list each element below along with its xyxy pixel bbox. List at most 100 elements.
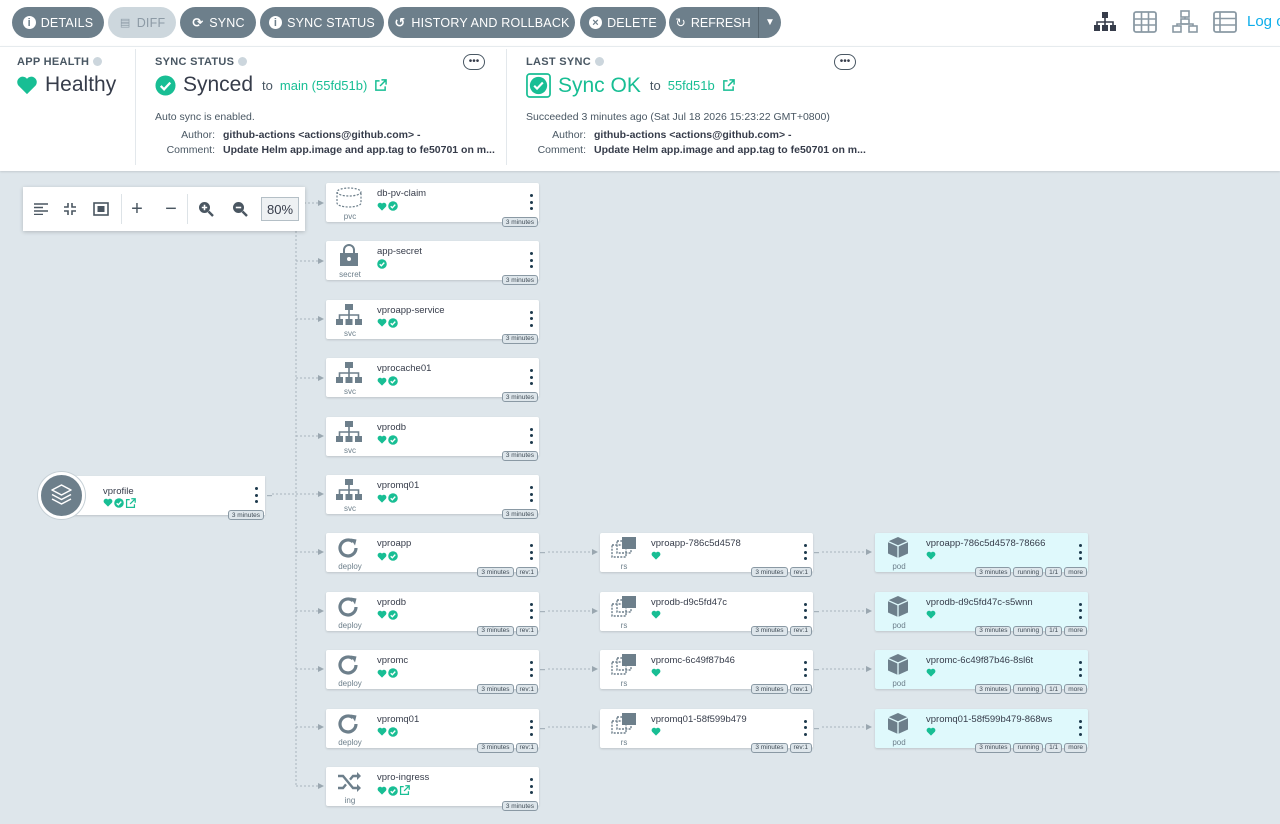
refresh-dropdown-caret[interactable]: ▼ [758, 7, 781, 38]
list-view-icon[interactable] [1212, 10, 1238, 34]
collapse-toggle[interactable]: – [540, 723, 548, 732]
help-icon[interactable] [238, 57, 248, 66]
last-sync-more-button[interactable]: ••• [834, 54, 856, 70]
history-rollback-button[interactable]: ↺ HISTORY AND ROLLBACK [388, 7, 575, 38]
pod-node-vpromc-6c49f87b46-8sl6t[interactable]: pod vpromc-6c49f87b46-8sl6t 3 minutes runni… [875, 650, 1088, 695]
tag: running [1013, 625, 1044, 636]
sync-status-button[interactable]: i SYNC STATUS [260, 7, 384, 38]
align-left-icon[interactable] [31, 199, 51, 219]
collapse-toggle[interactable]: – [814, 548, 822, 557]
node-menu-button[interactable] [803, 544, 807, 561]
node-name: vprocache01 [377, 363, 432, 375]
plus-icon[interactable]: + [127, 198, 147, 220]
node-menu-button[interactable] [529, 661, 533, 678]
deploy-node-vprodb[interactable]: deploy vprodb 3 minutes rev:1 – [326, 591, 545, 636]
node-menu-button[interactable] [529, 778, 533, 794]
last-sync-revision-link[interactable]: 55fd51b [668, 78, 715, 93]
svc-node-vproapp-service[interactable]: svc vproapp-service 3 minutes [326, 299, 539, 344]
external-link-icon[interactable] [125, 498, 136, 509]
collapse-toggle[interactable]: – [540, 548, 548, 557]
rs-node-vpromc-6c49f87b46[interactable]: rs vpromc-6c49f87b46 3 minutes rev:1 – [600, 650, 819, 695]
heart-icon [651, 610, 661, 619]
collapse-toggle[interactable]: – [540, 665, 548, 674]
node-menu-button[interactable] [803, 719, 807, 736]
details-button[interactable]: i DETAILS [12, 7, 104, 38]
pods-view-icon[interactable] [1132, 10, 1158, 34]
node-menu-button[interactable] [529, 486, 533, 502]
node-kind: deploy [338, 562, 362, 572]
external-link-icon[interactable] [722, 79, 735, 92]
node-status [377, 610, 398, 620]
node-menu-button[interactable] [1078, 719, 1082, 736]
zoom-out-icon[interactable] [230, 199, 250, 219]
node-status [651, 551, 661, 560]
node-menu-button[interactable] [529, 544, 533, 561]
tag: running [1013, 684, 1044, 695]
secret-node-app-secret[interactable]: secret app-secret 3 minutes [326, 241, 539, 286]
collapse-toggle[interactable]: – [814, 723, 822, 732]
tree-view-icon[interactable] [1092, 10, 1118, 34]
sync-button[interactable]: ⟳ SYNC [180, 7, 256, 38]
minus-icon[interactable]: − [161, 198, 181, 220]
node-status [377, 668, 398, 678]
node-menu-button[interactable] [529, 310, 533, 327]
app-node-card[interactable]: vprofile 3 minutes – [58, 476, 272, 520]
logout-link[interactable]: Log o [1247, 13, 1280, 30]
tag: rev:1 [789, 684, 812, 695]
external-link-icon[interactable] [399, 785, 410, 796]
zoom-in-icon[interactable] [196, 199, 216, 219]
node-menu-button[interactable] [1078, 661, 1082, 678]
tag: rev:1 [789, 742, 812, 753]
node-menu-button[interactable] [529, 719, 533, 736]
last-sync-succeeded-text: Succeeded 3 minutes ago (Sat Jul 18 2026… [526, 111, 830, 123]
compress-icon[interactable] [60, 199, 80, 219]
collapse-toggle[interactable]: – [267, 491, 275, 500]
node-menu-button[interactable] [529, 602, 533, 619]
network-view-icon[interactable] [1172, 10, 1198, 34]
node-menu-button[interactable] [255, 487, 259, 503]
delete-button[interactable]: × DELETE [580, 7, 666, 38]
app-node[interactable]: vprofile 3 minutes – [38, 472, 272, 520]
node-menu-button[interactable] [529, 369, 533, 386]
ing-node-vpro-ingress[interactable]: ing vpro-ingress 3 minutes [326, 767, 539, 811]
collapse-toggle[interactable]: – [814, 665, 822, 674]
node-menu-button[interactable] [1078, 544, 1082, 561]
pvc-node-db-pv-claim[interactable]: pvc db-pv-claim 3 minutes [326, 183, 539, 227]
svc-node-vpromq01[interactable]: svc vpromq01 3 minutes [326, 475, 539, 519]
pod-node-vprodb-d9c5fd47c-s5wnn[interactable]: pod vprodb-d9c5fd47c-s5wnn 3 minutes runnin… [875, 591, 1088, 636]
node-status [103, 498, 136, 509]
rs-node-vpromq01-58f599b479[interactable]: rs vpromq01-58f599b479 3 minutes rev:1 – [600, 708, 819, 753]
external-link-icon[interactable] [374, 78, 388, 92]
diff-button[interactable]: ▤ DIFF [108, 7, 176, 38]
help-icon[interactable] [93, 57, 103, 66]
node-menu-button[interactable] [529, 252, 533, 269]
node-name: vpro-ingress [377, 772, 430, 783]
collapse-toggle[interactable]: – [814, 606, 822, 615]
collapse-toggle[interactable]: – [540, 606, 548, 615]
zoom-level-input[interactable]: 80% [261, 197, 299, 221]
node-kind: pvc [343, 212, 357, 221]
help-icon[interactable] [595, 57, 605, 66]
node-menu-button[interactable] [803, 661, 807, 678]
sync-status-value: Synced to main (55fd51b) [155, 73, 388, 97]
heart-icon [377, 494, 387, 503]
rs-node-vprodb-d9c5fd47c[interactable]: rs vprodb-d9c5fd47c 3 minutes rev:1 – [600, 591, 819, 636]
deploy-node-vpromq01[interactable]: deploy vpromq01 3 minutes rev:1 – [326, 708, 545, 753]
pod-node-vproapp-786c5d4578-78666[interactable]: pod vproapp-786c5d4578-78666 3 minutes runn… [875, 533, 1088, 578]
pod-node-vpromq01-58f599b479-868ws[interactable]: pod vpromq01-58f599b479-868ws 3 minutes run… [875, 708, 1088, 753]
revision-link[interactable]: main (55fd51b) [280, 78, 367, 93]
node-menu-button[interactable] [1078, 602, 1082, 619]
deploy-node-vpromc[interactable]: deploy vpromc 3 minutes rev:1 – [326, 650, 545, 695]
fit-to-screen-icon[interactable] [91, 199, 111, 219]
svc-node-vprocache01[interactable]: svc vprocache01 3 minutes [326, 358, 539, 403]
node-menu-button[interactable] [529, 427, 533, 444]
rs-node-vproapp-786c5d4578[interactable]: rs vproapp-786c5d4578 3 minutes rev:1 – [600, 533, 819, 578]
node-menu-button[interactable] [803, 602, 807, 619]
svc-node-vprodb[interactable]: svc vprodb 3 minutes [326, 416, 539, 461]
sync-status-more-button[interactable]: ••• [463, 54, 485, 70]
node-name: app-secret [377, 246, 422, 258]
refresh-button[interactable]: ↻ REFRESH [669, 7, 757, 38]
node-menu-button[interactable] [529, 194, 533, 210]
deploy-node-vproapp[interactable]: deploy vproapp 3 minutes rev:1 – [326, 533, 545, 578]
node-name: vproapp-786c5d4578-78666 [926, 538, 1046, 550]
